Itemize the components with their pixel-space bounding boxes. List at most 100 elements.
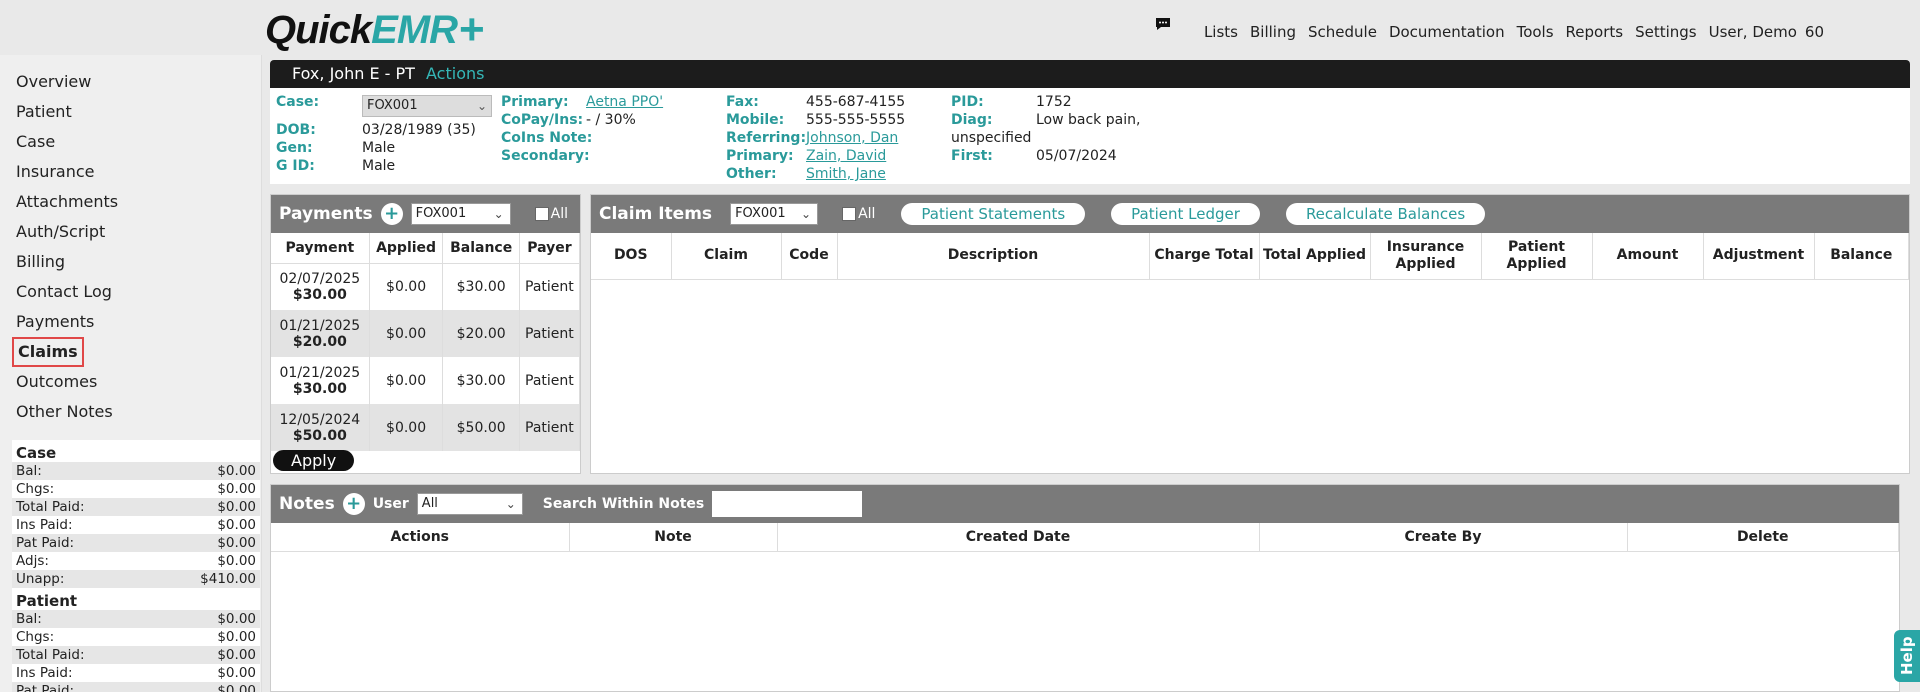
col-payer: Payer (519, 233, 581, 264)
balance-cell: $20.00 (442, 310, 520, 357)
col-charge-total: Charge Total (1149, 233, 1260, 280)
sidebar-item-other-notes[interactable]: Other Notes (0, 397, 261, 427)
dob-label: DOB: (276, 122, 316, 138)
payments-all-checkbox[interactable] (534, 207, 549, 221)
sidebar-menu: Overview Patient Case Insurance Attachme… (0, 55, 261, 427)
pid-value: 1752 (1036, 94, 1072, 110)
case-summary-title: Case (16, 444, 57, 462)
payer-cell: Patient (519, 310, 581, 357)
help-tab[interactable]: Help (1894, 630, 1920, 682)
col-dos: DOS (591, 233, 672, 280)
gen-value: Male (362, 140, 396, 156)
patient-ledger-button[interactable]: Patient Ledger (1111, 203, 1260, 225)
col-actions: Actions (271, 523, 570, 552)
chevron-down-icon: ⌄ (476, 99, 487, 113)
balance-cell: $50.00 (442, 404, 520, 451)
applied-cell: $0.00 (369, 404, 444, 451)
summary-row: Ins Paid: $0.00 (16, 517, 256, 533)
sidebar-item-claims-label: Claims (12, 337, 84, 367)
sidebar-item-case[interactable]: Case (0, 127, 261, 157)
sidebar-item-contact-log[interactable]: Contact Log (0, 277, 261, 307)
user-filter-label: User (372, 496, 409, 512)
payments-all-checkbox-wrap[interactable]: All (534, 206, 568, 222)
chevron-down-icon: ⌄ (493, 207, 504, 221)
other-provider-link[interactable]: Smith, Jane (806, 166, 886, 182)
table-row[interactable]: 01/21/2025 $30.00 $0.00 $30.00 Patient (271, 357, 581, 404)
referring-link[interactable]: Johnson, Dan (806, 130, 898, 146)
payments-case-select[interactable]: FOX001 ⌄ (410, 203, 511, 225)
nav-billing[interactable]: Billing (1250, 23, 1296, 41)
nav-schedule[interactable]: Schedule (1308, 23, 1377, 41)
payer-cell: Patient (519, 404, 581, 451)
mobile-label: Mobile: (726, 112, 785, 128)
sidebar-item-billing[interactable]: Billing (0, 247, 261, 277)
balance-cell: $30.00 (442, 357, 520, 404)
patient-summary-rows: Bal: $0.00 Chgs: $0.00 Total Paid: $0.00 In… (12, 610, 260, 692)
claim-items-case-select[interactable]: FOX001 ⌄ (730, 203, 819, 225)
patient-statements-button[interactable]: Patient Statements (901, 203, 1086, 225)
claim-items-all-checkbox[interactable] (842, 207, 857, 221)
fax-label: Fax: (726, 94, 759, 110)
table-row[interactable]: 02/07/2025 $30.00 $0.00 $30.00 Patient (271, 263, 581, 310)
col-created-date: Created Date (777, 523, 1260, 552)
table-row[interactable]: 12/05/2024 $50.00 $0.00 $50.00 Patient (271, 404, 581, 451)
payer-cell: Patient (519, 357, 581, 404)
patient-name: Fox, John E - PT (292, 64, 415, 83)
nav-user[interactable]: User, Demo (1709, 23, 1797, 41)
sidebar-item-insurance[interactable]: Insurance (0, 157, 261, 187)
sidebar-item-patient[interactable]: Patient (0, 97, 261, 127)
summary-row: Total Paid: $0.00 (12, 498, 260, 516)
sidebar-item-auth-script[interactable]: Auth/Script (0, 217, 261, 247)
claim-items-title: Claim Items (599, 204, 713, 224)
notes-table: Actions Note Created Date Create By Dele… (271, 523, 1899, 552)
patient-info: Case: FOX001 ⌄ DOB: 03/28/1989 (35) Gen: … (270, 88, 1910, 184)
claim-items-table: DOS Claim Code Description Charge Total … (591, 233, 1909, 280)
claim-items-header: Claim Items FOX001 ⌄ All Patient Statemen… (591, 195, 1909, 233)
sidebar-item-outcomes[interactable]: Outcomes (0, 367, 261, 397)
patient-actions-link[interactable]: Actions (426, 64, 484, 83)
apply-button[interactable]: Apply (273, 450, 355, 471)
col-claim: Claim (671, 233, 782, 280)
primary-provider-link[interactable]: Zain, David (806, 148, 886, 164)
claim-items-all-checkbox-wrap[interactable]: All (842, 206, 875, 222)
nav-tools[interactable]: Tools (1517, 23, 1554, 41)
primary-provider-label: Primary: (726, 148, 794, 164)
add-payment-icon[interactable]: + (380, 203, 403, 225)
other-label: Other: (726, 166, 777, 182)
recalculate-balances-button[interactable]: Recalculate Balances (1285, 203, 1486, 225)
col-total-applied: Total Applied (1259, 233, 1371, 280)
sidebar-item-attachments[interactable]: Attachments (0, 187, 261, 217)
pid-label: PID: (951, 94, 984, 110)
diag-value-line1: Low back pain, (1036, 112, 1141, 128)
nav-reports[interactable]: Reports (1566, 23, 1624, 41)
search-notes-input[interactable] (712, 491, 863, 517)
nav-lists[interactable]: Lists (1204, 23, 1238, 41)
col-patient-applied: Patient Applied (1481, 233, 1593, 280)
table-row[interactable]: 01/21/2025 $20.00 $0.00 $20.00 Patient (271, 310, 581, 357)
col-payment: Payment (271, 233, 370, 264)
chat-bubble-icon[interactable] (1154, 16, 1172, 36)
nav-documentation[interactable]: Documentation (1389, 23, 1505, 41)
summary-row: Unapp: $410.00 (12, 570, 260, 588)
summary-row: Pat Paid: $0.00 (12, 682, 260, 692)
case-select[interactable]: FOX001 ⌄ (362, 95, 492, 117)
sidebar-item-overview[interactable]: Overview (0, 67, 261, 97)
payment-cell: 12/05/2024 $50.00 (271, 404, 370, 451)
sidebar-item-payments[interactable]: Payments (0, 307, 261, 337)
gid-value: Male (362, 158, 396, 174)
payments-panel: Payments + FOX001 ⌄ All Payment Applied B… (270, 194, 581, 474)
col-balance: Balance (442, 233, 520, 264)
payment-cell: 01/21/2025 $30.00 (271, 357, 370, 404)
user-filter-select[interactable]: All ⌄ (416, 493, 523, 515)
col-code: Code (781, 233, 838, 280)
summary-row: Ins Paid: $0.00 (16, 665, 256, 681)
primary-ins-link[interactable]: Aetna PPO' (586, 94, 663, 110)
nav-settings[interactable]: Settings (1635, 23, 1697, 41)
quickemr-logo[interactable]: Quick EMR + (265, 8, 485, 52)
payments-table: Payment Applied Balance Payer 02/07/2025… (271, 233, 581, 451)
sidebar-item-claims[interactable]: Claims (0, 337, 261, 367)
col-adjustment: Adjustment (1703, 233, 1815, 280)
applied-cell: $0.00 (369, 357, 444, 404)
add-note-icon[interactable]: + (342, 493, 365, 515)
financial-summary: Case Bal: $0.00 Chgs: $0.00 Total Paid: $0.… (12, 440, 260, 692)
